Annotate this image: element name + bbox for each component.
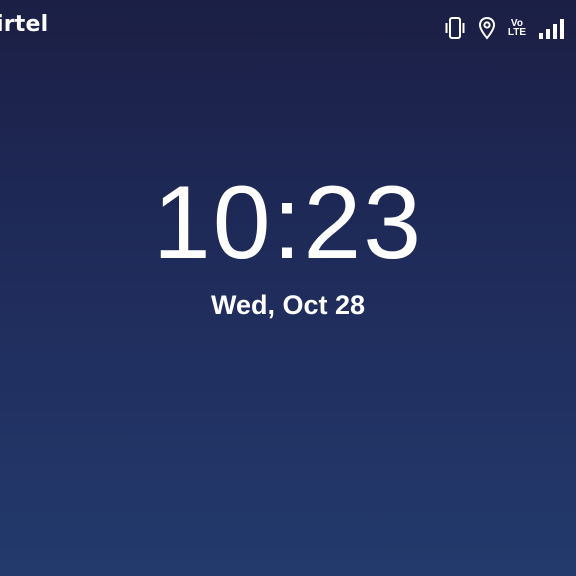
- vibrate-icon: [444, 16, 466, 40]
- status-icons: Vo LTE: [444, 14, 566, 42]
- location-icon: [478, 16, 496, 40]
- lock-screen-date: Wed, Oct 28: [210, 290, 366, 320]
- volte-icon: Vo LTE: [507, 19, 526, 38]
- volte-bottom-label: LTE: [507, 27, 526, 38]
- signal-icon: [538, 17, 566, 39]
- status-bar: irtel Vo LTE: [0, 0, 576, 54]
- lock-screen-clock: 10:23: [152, 165, 424, 281]
- carrier-name: irtel: [0, 12, 49, 37]
